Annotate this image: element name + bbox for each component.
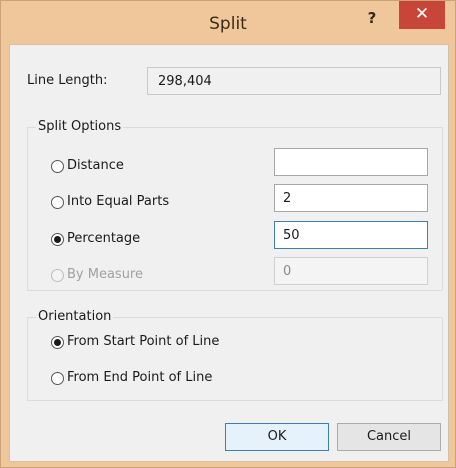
help-button[interactable]: ? xyxy=(355,5,389,31)
by-measure-input: 0 xyxy=(274,257,428,285)
cancel-button[interactable]: Cancel xyxy=(337,423,441,451)
radio-from-start-label[interactable]: From Start Point of Line xyxy=(67,334,219,349)
radio-from-end[interactable] xyxy=(51,372,64,385)
radio-percentage[interactable] xyxy=(51,233,64,246)
radio-equal-parts[interactable] xyxy=(51,196,64,209)
percentage-input[interactable]: 50 xyxy=(274,221,428,249)
title-bar[interactable]: Split ? ✕ xyxy=(1,1,455,45)
line-length-value: 298,404 xyxy=(147,67,441,95)
close-button[interactable]: ✕ xyxy=(399,1,445,29)
radio-by-measure xyxy=(51,269,64,282)
radio-by-measure-label: By Measure xyxy=(67,267,143,282)
line-length-label: Line Length: xyxy=(27,73,108,88)
close-icon: ✕ xyxy=(414,4,430,24)
orientation-title: Orientation xyxy=(36,309,114,324)
radio-distance[interactable] xyxy=(51,160,64,173)
distance-input[interactable] xyxy=(274,148,428,176)
equal-parts-input[interactable]: 2 xyxy=(274,184,428,212)
radio-from-start[interactable] xyxy=(51,336,64,349)
dialog-body: Line Length: 298,404 Split Options Dista… xyxy=(9,44,449,462)
radio-from-end-label[interactable]: From End Point of Line xyxy=(67,370,212,385)
orientation-group xyxy=(27,317,443,401)
split-dialog: Split ? ✕ Line Length: 298,404 Split Opt… xyxy=(0,0,456,468)
ok-button[interactable]: OK xyxy=(225,423,329,451)
radio-percentage-label[interactable]: Percentage xyxy=(67,231,140,246)
radio-equal-parts-label[interactable]: Into Equal Parts xyxy=(67,194,169,209)
split-options-title: Split Options xyxy=(36,119,124,134)
radio-distance-label[interactable]: Distance xyxy=(67,158,124,173)
